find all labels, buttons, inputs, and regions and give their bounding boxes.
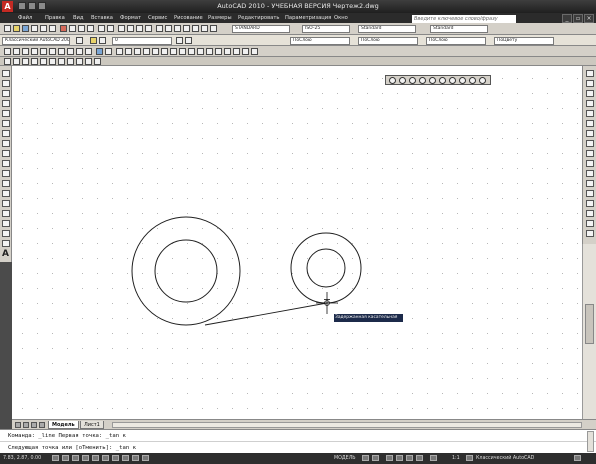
workspace-switch-icon[interactable] — [466, 455, 473, 461]
zoom-toolbar — [385, 75, 491, 85]
tangent-line — [204, 302, 328, 326]
drawing-geometry — [131, 216, 362, 326]
dynamic-input-icon[interactable] — [122, 455, 129, 461]
tab-model[interactable]: Модель — [48, 421, 79, 429]
layout-tabs: Модель Лист1 — [12, 419, 596, 429]
clean-screen-icon[interactable] — [574, 455, 581, 461]
osnap-tooltip: Задержанная касательная — [334, 314, 403, 322]
horizontal-scrollbar[interactable] — [112, 422, 582, 428]
snap-mode-icon[interactable] — [52, 455, 59, 461]
small-outer-circle — [290, 232, 362, 304]
quick-view-drawings-icon[interactable] — [372, 455, 379, 461]
lineweight-icon[interactable] — [132, 455, 139, 461]
command-line[interactable]: Команда: _line Первая точка: _tan к След… — [0, 429, 596, 453]
large-outer-circle — [131, 216, 241, 326]
grid-mode-icon[interactable] — [62, 455, 69, 461]
zoom-scale-icon[interactable] — [409, 77, 416, 84]
coordinates-readout[interactable]: 7.83, 2.87, 0.00 — [3, 456, 41, 461]
quick-properties-icon[interactable] — [142, 455, 149, 461]
zoom-extents-icon[interactable] — [469, 77, 476, 84]
zoom-object-icon[interactable] — [429, 77, 436, 84]
scrollbar-thumb[interactable] — [585, 304, 594, 344]
tab-prev-icon[interactable] — [23, 422, 29, 428]
quick-view-layouts-icon[interactable] — [362, 455, 369, 461]
zoom-window-icon[interactable] — [389, 77, 396, 84]
command-scrollbar[interactable] — [587, 431, 594, 452]
vertical-scrollbar[interactable] — [582, 244, 596, 419]
object-snap-icon[interactable] — [92, 455, 99, 461]
status-bar: 7.83, 2.87, 0.00 МОДЕЛЬ 1:1 Классический… — [0, 453, 596, 464]
workspace-name[interactable]: Классический AutoCAD — [476, 456, 534, 461]
ortho-mode-icon[interactable] — [72, 455, 79, 461]
tab-layout1[interactable]: Лист1 — [80, 421, 104, 429]
zoom-in-icon[interactable] — [439, 77, 446, 84]
object-snap-tracking-icon[interactable] — [102, 455, 109, 461]
tab-last-icon[interactable] — [39, 422, 45, 428]
annotation-scale-icon[interactable] — [430, 455, 437, 461]
tab-next-icon[interactable] — [31, 422, 37, 428]
zoom-center-icon[interactable] — [419, 77, 426, 84]
pan-icon[interactable] — [386, 455, 393, 461]
steering-wheel-icon[interactable] — [406, 455, 413, 461]
command-separator — [0, 441, 596, 442]
zoom-realtime-icon[interactable] — [479, 77, 486, 84]
annotation-scale[interactable]: 1:1 — [452, 456, 460, 461]
model-space-toggle[interactable]: МОДЕЛЬ — [334, 456, 356, 461]
command-history-line: Команда: _line Первая точка: _tan к — [8, 433, 126, 439]
small-inner-circle — [306, 248, 346, 288]
tab-first-icon[interactable] — [15, 422, 21, 428]
autocad-window: A AutoCAD 2010 - УЧЕБНАЯ ВЕРСИЯ Чертеж2.… — [0, 0, 596, 464]
polar-tracking-icon[interactable] — [82, 455, 89, 461]
zoom-icon[interactable] — [396, 455, 403, 461]
command-prompt[interactable]: Следующая точка или [оТменить]: _tan к — [8, 445, 136, 451]
zoom-out-icon[interactable] — [449, 77, 456, 84]
zoom-dynamic-icon[interactable] — [399, 77, 406, 84]
dynamic-ucs-icon[interactable] — [112, 455, 119, 461]
zoom-all-icon[interactable] — [459, 77, 466, 84]
crosshair-cursor — [316, 292, 338, 314]
large-inner-circle — [154, 239, 218, 303]
showmotion-icon[interactable] — [416, 455, 423, 461]
